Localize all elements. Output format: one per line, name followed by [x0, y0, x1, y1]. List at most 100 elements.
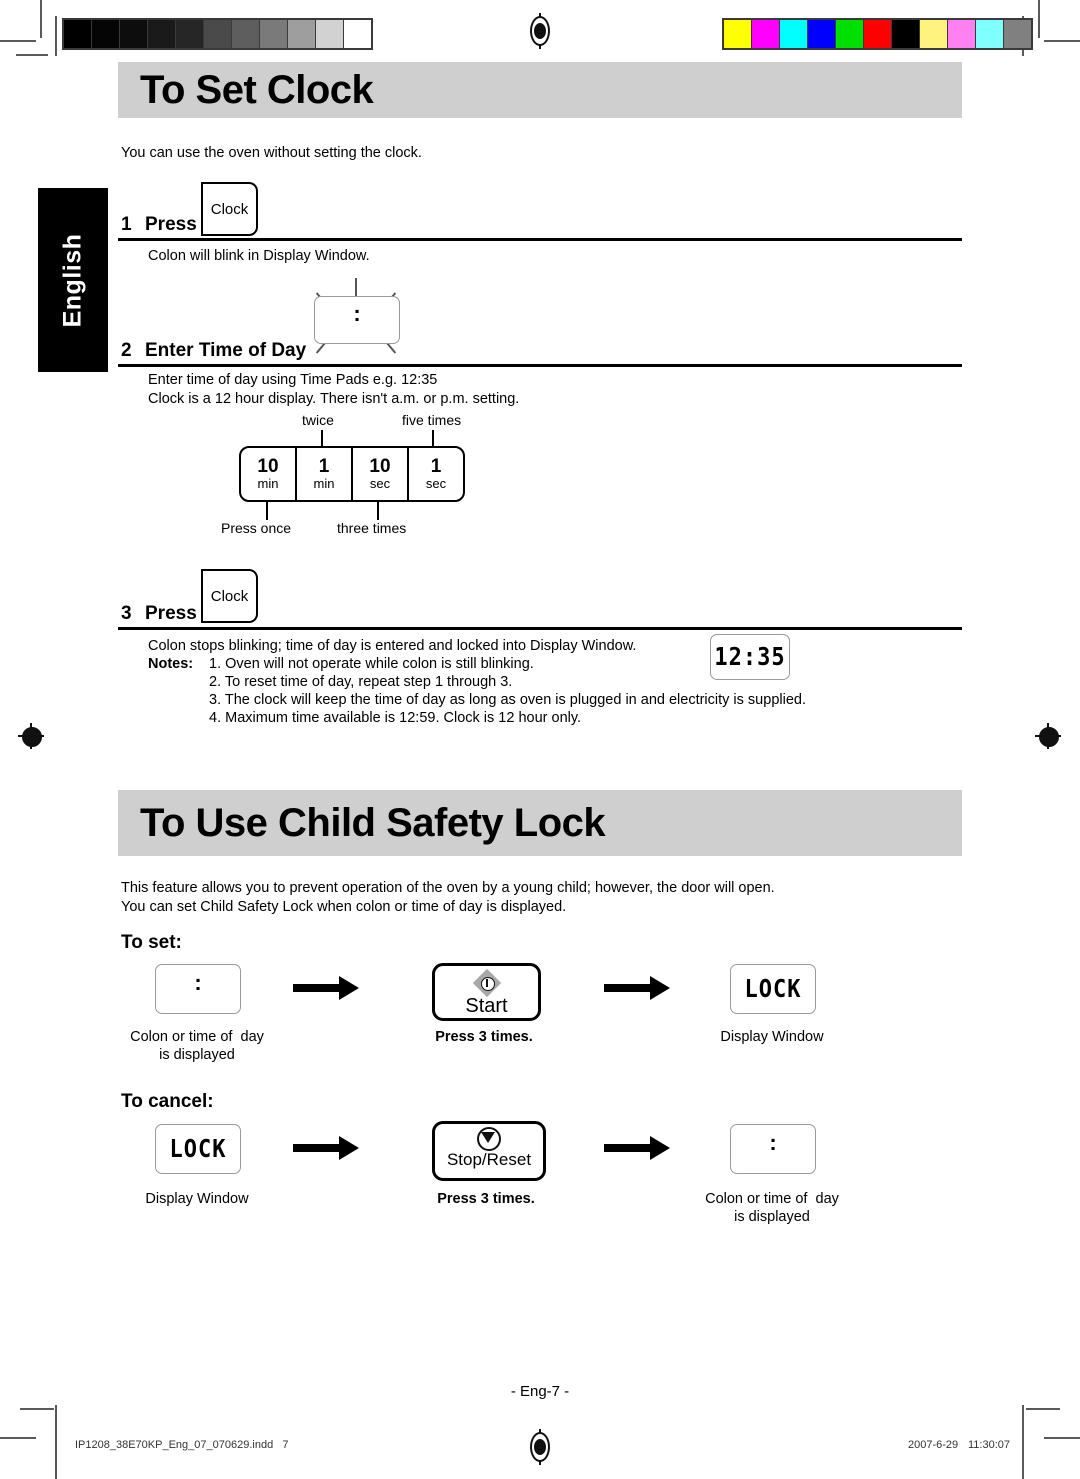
timepad-leader-three-times [377, 502, 379, 520]
time-pad-value: 10 [369, 456, 391, 477]
grayscale-swatch [232, 20, 259, 48]
to-set-step1-caption-line1: Colon or time of day [130, 1029, 264, 1045]
to-cancel-arrow-2-icon [604, 1136, 670, 1160]
step-2-body-line1: Enter time of day using Time Pads e.g. 1… [148, 372, 438, 388]
to-set-arrow-1-icon [293, 976, 359, 1000]
to-set-lock-value: LOCK [744, 974, 802, 1004]
crop-mark-top-left-bar [55, 16, 57, 56]
stop-reset-button-label: Stop/Reset [446, 1150, 532, 1169]
time-pad-unit: sec [425, 476, 447, 491]
time-pad-unit: min [257, 476, 279, 491]
crop-mark-top-left-vertical [40, 0, 42, 38]
color-swatch [808, 20, 835, 48]
to-set-step1-caption-line2: is displayed [159, 1047, 235, 1063]
section-title-set-clock: To Set Clock [140, 68, 374, 112]
clock-pad-button-step3[interactable]: Clock [201, 569, 258, 623]
to-cancel-lock-value: LOCK [169, 1134, 227, 1164]
crop-mark-top-left-horizontal [0, 40, 36, 42]
crop-mark-bottom-left-horizontal [20, 1408, 54, 1410]
start-button[interactable]: Start [432, 963, 541, 1021]
step-3-number: 3 [121, 603, 132, 624]
stop-reset-button[interactable]: Stop/Reset [432, 1121, 546, 1181]
time-pads-group[interactable]: 10 min 1 min 10 sec 1 sec [239, 446, 465, 502]
crop-mark-bottom-left-horizontal-2 [0, 1437, 36, 1439]
time-pad-1-sec[interactable]: 1 sec [409, 448, 463, 500]
crop-mark-bottom-right-vertical [1022, 1405, 1024, 1479]
time-pad-unit: sec [369, 476, 391, 491]
time-pad-1-min[interactable]: 1 min [297, 448, 353, 500]
to-set-heading: To set: [121, 932, 182, 953]
intro-text-lock-line2: You can set Child Safety Lock when colon… [121, 899, 567, 915]
color-swatch [948, 20, 975, 48]
grayscale-swatch [92, 20, 119, 48]
timepad-callout-five-times: five times [402, 412, 462, 428]
step-1-body: Colon will blink in Display Window. [148, 248, 370, 264]
color-swatch [836, 20, 863, 48]
registration-mark-top-center [530, 13, 550, 49]
to-set-display-window-colon: : [155, 964, 241, 1014]
display-window-blinking-colon: : [314, 296, 400, 344]
to-set-display-window-lock: LOCK [730, 964, 816, 1014]
stop-reset-icon [477, 1127, 501, 1151]
footer-date: 2007-6-29 [908, 1439, 959, 1451]
color-swatch [920, 20, 947, 48]
step-2-body-line2: Clock is a 12 hour display. There isn't … [148, 391, 520, 407]
crop-mark-top-right-vertical [1038, 0, 1040, 38]
grayscale-swatch [288, 20, 315, 48]
grayscale-swatch [148, 20, 175, 48]
to-cancel-heading: To cancel: [121, 1091, 214, 1112]
note-4: 4. Maximum time available is 12:59. Cloc… [209, 710, 582, 726]
step-3-rule [118, 627, 962, 630]
color-calibration-bar [722, 18, 1033, 50]
to-set-result-caption: Display Window [720, 1029, 824, 1045]
time-pad-unit: min [313, 476, 335, 491]
step-1-rule [118, 238, 962, 241]
time-pad-value: 1 [430, 456, 442, 477]
to-cancel-result-caption-line2: is displayed [734, 1209, 810, 1225]
crop-mark-top-left-horizontal-2 [16, 54, 48, 56]
color-swatch [752, 20, 779, 48]
timepad-leader-press-once [266, 502, 268, 520]
grayscale-swatch [204, 20, 231, 48]
to-set-arrow-2-icon [604, 976, 670, 1000]
intro-text-lock-line1: This feature allows you to prevent opera… [121, 880, 775, 896]
grayscale-swatch [344, 20, 371, 48]
start-button-label: Start [465, 995, 508, 1017]
grayscale-swatch [64, 20, 91, 48]
step-1-label: Press [145, 214, 197, 235]
registration-mark-bottom-center [530, 1429, 550, 1465]
grayscale-swatch [120, 20, 147, 48]
to-cancel-display-window-colon: : [730, 1124, 816, 1174]
grayscale-swatch [176, 20, 203, 48]
color-swatch [724, 20, 751, 48]
intro-text-set-clock: You can use the oven without setting the… [121, 145, 422, 161]
section-banner-set-clock: To Set Clock [118, 62, 962, 118]
color-swatch [780, 20, 807, 48]
to-cancel-display-window-lock: LOCK [155, 1124, 241, 1174]
step-2-number: 2 [121, 340, 132, 361]
page-number: - Eng-7 - [510, 1383, 570, 1400]
clock-pad-button-step1[interactable]: Clock [201, 182, 258, 236]
step-3-label: Press [145, 603, 197, 624]
clock-pad-label-step3: Clock [210, 587, 249, 605]
timepad-callout-three-times: three times [337, 520, 407, 536]
grayscale-swatch [260, 20, 287, 48]
note-3: 3. The clock will keep the time of day a… [209, 692, 806, 708]
to-cancel-button-caption: Press 3 times. [437, 1191, 535, 1207]
footer-filename: IP1208_38E70KP_Eng_07_070629.indd 7 [75, 1439, 289, 1451]
color-swatch [976, 20, 1003, 48]
time-pad-value: 1 [318, 456, 330, 477]
time-pad-10-min[interactable]: 10 min [241, 448, 297, 500]
step-2-rule [118, 364, 962, 367]
to-set-button-caption: Press 3 times. [435, 1029, 533, 1045]
to-cancel-step1-caption: Display Window [145, 1191, 249, 1207]
registration-mark-right [1035, 723, 1061, 749]
grayscale-swatch [316, 20, 343, 48]
step-1-number: 1 [121, 214, 132, 235]
color-swatch [864, 20, 891, 48]
time-pad-10-sec[interactable]: 10 sec [353, 448, 409, 500]
time-pad-value: 10 [257, 456, 279, 477]
step-2-label: Enter Time of Day [145, 340, 307, 361]
timepad-callout-press-once: Press once [221, 520, 292, 536]
to-cancel-result-caption-line1: Colon or time of day [705, 1191, 839, 1207]
